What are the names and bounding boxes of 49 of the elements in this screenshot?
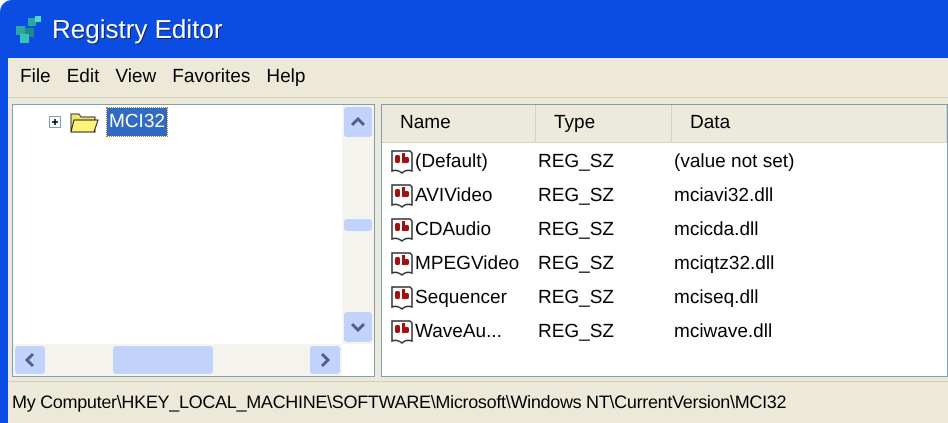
chevron-up-icon [351,117,365,127]
value-name: AVIVideo [415,184,492,208]
scroll-left-button[interactable] [15,346,45,374]
chevron-down-icon [351,322,365,332]
string-value-icon [390,183,414,209]
value-name: WaveAu... [415,320,502,344]
value-data: mcicda.dll [674,218,758,240]
value-data: mciavi32.dll [674,184,774,206]
string-value-icon [390,251,414,277]
scroll-thumb[interactable] [112,346,212,374]
menu-item[interactable]: Edit [60,63,106,92]
horizontal-scrollbar[interactable] [13,344,342,376]
scroll-down-button[interactable] [344,312,372,342]
scroll-right-button[interactable] [310,346,340,374]
menu-item[interactable]: Favorites [166,63,256,92]
string-value-icon [390,217,414,243]
menu-item[interactable]: Help [260,63,312,92]
chevron-left-icon [25,353,35,367]
menu-item[interactable]: View [109,63,162,92]
scroll-thumb[interactable] [344,218,372,230]
cubes-icon [14,14,44,44]
value-name: MPEGVideo [415,252,520,276]
chevron-right-icon [320,353,330,367]
value-type: REG_SZ [538,218,614,240]
value-data: (value not set) [674,150,794,172]
value-type: REG_SZ [538,286,614,308]
column-header[interactable]: Data [690,109,730,138]
string-value-icon [390,149,414,175]
vertical-scrollbar[interactable] [342,105,374,344]
column-header[interactable]: Type [554,109,596,138]
value-name: (Default) [415,150,488,174]
status-bar-path: My Computer\HKEY_LOCAL_MACHINE\SOFTWARE\Microsoft\Windows NT\CurrentVersion\MCI32 [12,391,786,414]
scroll-up-button[interactable] [344,107,372,137]
expand-icon[interactable] [49,116,61,128]
window-title: Registry Editor [52,12,222,46]
value-name: Sequencer [415,286,507,310]
string-value-icon [390,285,414,311]
value-name: CDAudio [415,218,492,242]
tree-item[interactable]: MCI32 [107,108,167,136]
value-data: mciseq.dll [674,286,758,308]
value-type: REG_SZ [538,320,614,342]
value-data: mciwave.dll [674,320,772,342]
value-type: REG_SZ [538,150,614,172]
value-type: REG_SZ [538,184,614,206]
value-type: REG_SZ [538,252,614,274]
value-data: mciqtz32.dll [674,252,774,274]
menu-item[interactable]: File [14,63,57,92]
column-header[interactable]: Name [400,109,451,138]
string-value-icon [390,319,414,345]
